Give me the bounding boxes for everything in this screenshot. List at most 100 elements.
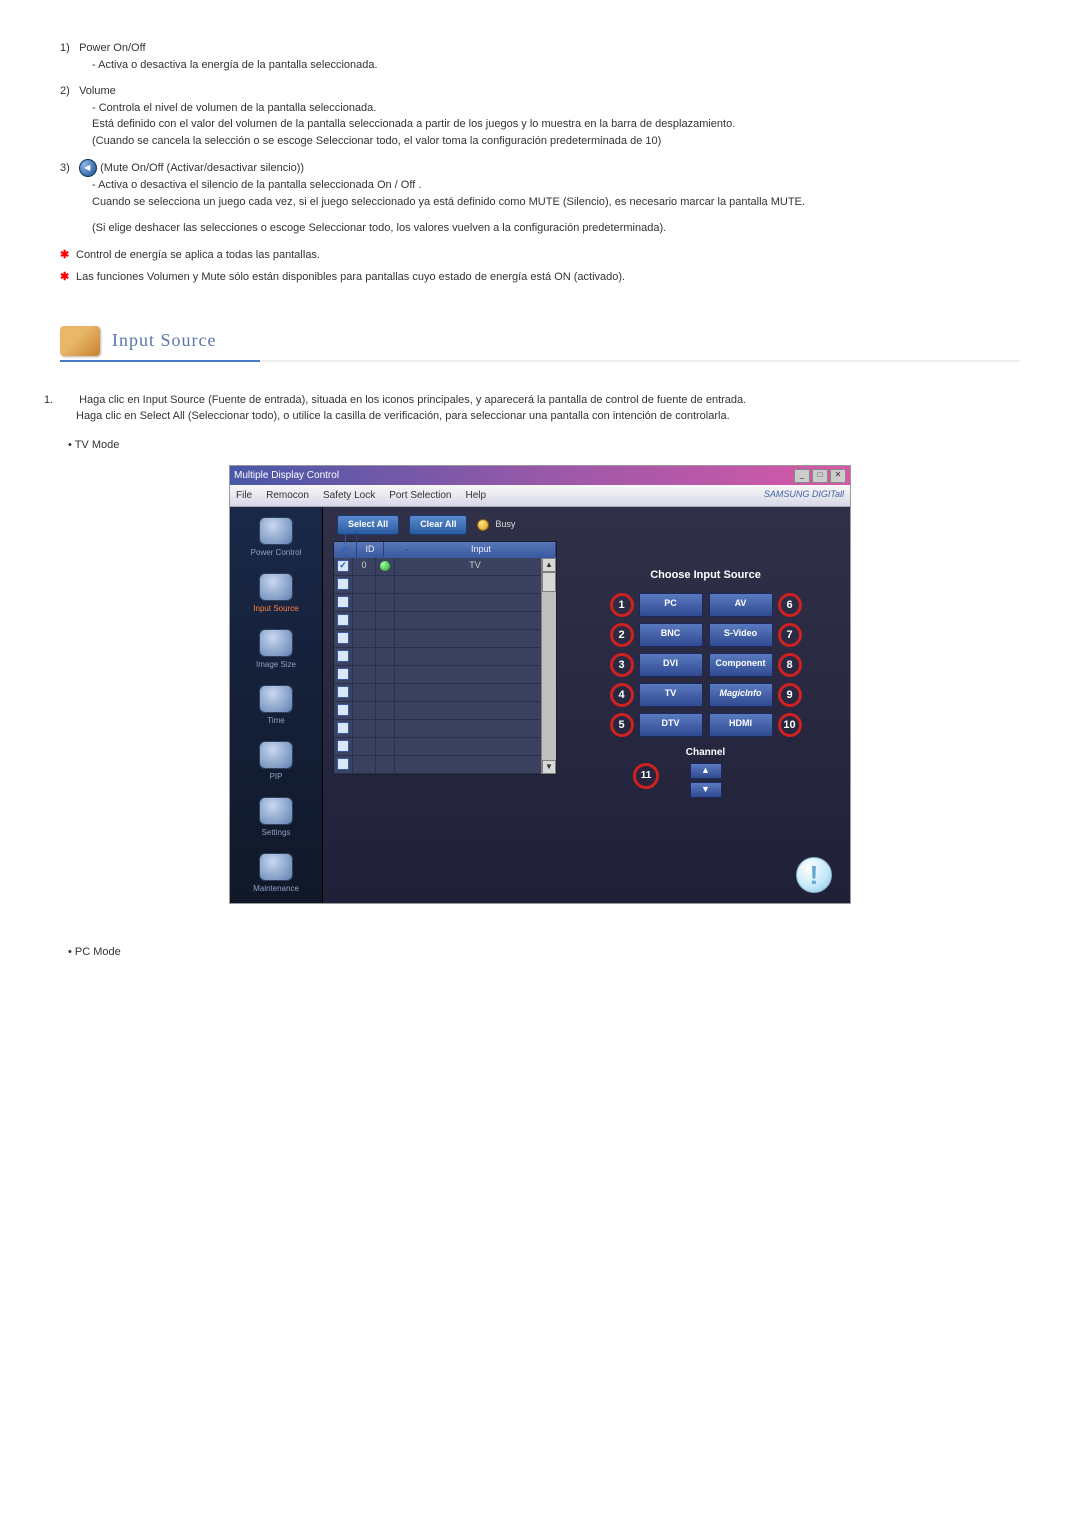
source-bnc[interactable]: BNC bbox=[639, 623, 703, 647]
minimize-button[interactable]: _ bbox=[794, 469, 810, 483]
sidebar-time-label: Time bbox=[267, 716, 284, 725]
source-pc[interactable]: PC bbox=[639, 593, 703, 617]
row-checkbox[interactable] bbox=[337, 632, 349, 644]
row-checkbox[interactable] bbox=[337, 596, 349, 608]
intro-l2: Haga clic en Select All (Seleccionar tod… bbox=[60, 408, 1020, 425]
table-header: ID Input bbox=[334, 542, 556, 558]
app-window: Multiple Display Control _ □ ✕ File Remo… bbox=[229, 465, 851, 904]
table-row[interactable] bbox=[334, 738, 556, 756]
input-source-panel: Choose Input Source 1 PC AV 6 2 BNC S-Vi… bbox=[571, 541, 840, 802]
bullet-tv: • TV Mode bbox=[68, 437, 1020, 454]
scroll-thumb[interactable] bbox=[542, 572, 556, 592]
item3-num: 3) bbox=[60, 160, 76, 177]
item2-num: 2) bbox=[60, 83, 76, 100]
row-checkbox[interactable] bbox=[337, 614, 349, 626]
busy-dot-icon bbox=[477, 519, 489, 531]
brand-label: SAMSUNG DIGITall bbox=[764, 488, 844, 503]
table-row[interactable] bbox=[334, 756, 556, 774]
source-svideo[interactable]: S-Video bbox=[709, 623, 773, 647]
callout-1: 1 bbox=[610, 593, 634, 617]
item1-l1: - Activa o desactiva la energía de la pa… bbox=[92, 57, 1020, 74]
sidebar-pip-label: PIP bbox=[270, 772, 283, 781]
menubar: File Remocon Safety Lock Port Selection … bbox=[230, 485, 850, 507]
sidebar-image-size[interactable]: Image Size bbox=[230, 623, 322, 679]
row-checkbox[interactable] bbox=[337, 722, 349, 734]
bullet-pc: • PC Mode bbox=[68, 944, 1020, 961]
sidebar-time[interactable]: Time bbox=[230, 679, 322, 735]
list-item-2: 2) Volume - Controla el nivel de volumen… bbox=[60, 83, 1020, 149]
table-row[interactable] bbox=[334, 720, 556, 738]
scroll-down-button[interactable]: ▼ bbox=[542, 760, 556, 774]
busy-label: Busy bbox=[495, 518, 515, 532]
table-row[interactable] bbox=[334, 594, 556, 612]
image-icon bbox=[259, 629, 293, 657]
table-row[interactable]: 0 TV bbox=[334, 558, 556, 576]
item1-header: 1) Power On/Off bbox=[60, 40, 1020, 57]
callout-11: 11 bbox=[633, 763, 659, 789]
callout-8: 8 bbox=[778, 653, 802, 677]
intro-item: 1. Haga clic en Input Source (Fuente de … bbox=[60, 392, 1020, 425]
item3-sub: - Activa o desactiva el silencio de la p… bbox=[60, 177, 1020, 237]
row-checkbox[interactable] bbox=[337, 578, 349, 590]
callout-5: 5 bbox=[610, 713, 634, 737]
time-icon bbox=[259, 685, 293, 713]
sidebar-input-source[interactable]: Input Source bbox=[230, 567, 322, 623]
row-checkbox[interactable] bbox=[337, 758, 349, 770]
source-hdmi[interactable]: HDMI bbox=[709, 713, 773, 737]
row-checkbox[interactable] bbox=[337, 560, 349, 572]
item1-sub: - Activa o desactiva la energía de la pa… bbox=[60, 57, 1020, 74]
table-row[interactable] bbox=[334, 666, 556, 684]
section-header: Input Source bbox=[60, 326, 1020, 362]
table-row[interactable] bbox=[334, 648, 556, 666]
item3-l2: Cuando se selecciona un juego cada vez, … bbox=[92, 194, 1020, 211]
mute-icon bbox=[79, 159, 97, 177]
source-tv[interactable]: TV bbox=[639, 683, 703, 707]
source-av[interactable]: AV bbox=[709, 593, 773, 617]
intro-num: 1. bbox=[60, 392, 76, 409]
pip-icon bbox=[259, 741, 293, 769]
channel-label: Channel bbox=[571, 745, 840, 760]
menu-port-selection[interactable]: Port Selection bbox=[389, 488, 451, 503]
row-checkbox[interactable] bbox=[337, 650, 349, 662]
callout-10: 10 bbox=[778, 713, 802, 737]
clear-all-button[interactable]: Clear All bbox=[409, 515, 467, 535]
item2-header: 2) Volume bbox=[60, 83, 1020, 100]
star1-text: Control de energía se aplica a todas las… bbox=[76, 249, 320, 261]
info-icon[interactable]: ! bbox=[796, 857, 832, 893]
settings-icon bbox=[259, 797, 293, 825]
sidebar: Power Control Input Source Image Size Ti… bbox=[230, 507, 323, 903]
menu-file[interactable]: File bbox=[236, 488, 252, 503]
source-dvi[interactable]: DVI bbox=[639, 653, 703, 677]
source-component[interactable]: Component bbox=[709, 653, 773, 677]
row-checkbox[interactable] bbox=[337, 668, 349, 680]
callout-7: 7 bbox=[778, 623, 802, 647]
sidebar-power[interactable]: Power Control bbox=[230, 511, 322, 567]
intro-l1: Haga clic en Input Source (Fuente de ent… bbox=[79, 394, 746, 406]
maximize-button[interactable]: □ bbox=[812, 469, 828, 483]
star-icon: ✱ bbox=[60, 247, 76, 264]
source-dtv[interactable]: DTV bbox=[639, 713, 703, 737]
table-row[interactable] bbox=[334, 576, 556, 594]
row-checkbox[interactable] bbox=[337, 740, 349, 752]
table-row[interactable] bbox=[334, 630, 556, 648]
row-checkbox[interactable] bbox=[337, 704, 349, 716]
menu-help[interactable]: Help bbox=[465, 488, 486, 503]
scroll-up-button[interactable]: ▲ bbox=[542, 558, 556, 572]
sidebar-pip[interactable]: PIP bbox=[230, 735, 322, 791]
main-flex: ID Input 0 TV bbox=[333, 541, 840, 802]
sidebar-maintenance[interactable]: Maintenance bbox=[230, 847, 322, 903]
table-row[interactable] bbox=[334, 684, 556, 702]
sidebar-settings[interactable]: Settings bbox=[230, 791, 322, 847]
menu-remocon[interactable]: Remocon bbox=[266, 488, 309, 503]
row-checkbox[interactable] bbox=[337, 686, 349, 698]
close-button[interactable]: ✕ bbox=[830, 469, 846, 483]
channel-down-button[interactable]: ▼ bbox=[690, 782, 722, 798]
table-row[interactable] bbox=[334, 702, 556, 720]
source-magicinfo[interactable]: MagicInfo bbox=[709, 683, 773, 707]
menu-safety-lock[interactable]: Safety Lock bbox=[323, 488, 375, 503]
scrollbar[interactable]: ▲ ▼ bbox=[541, 558, 556, 774]
channel-up-button[interactable]: ▲ bbox=[690, 763, 722, 779]
table-row[interactable] bbox=[334, 612, 556, 630]
item1-num: 1) bbox=[60, 40, 76, 57]
window-title: Multiple Display Control bbox=[234, 468, 339, 483]
